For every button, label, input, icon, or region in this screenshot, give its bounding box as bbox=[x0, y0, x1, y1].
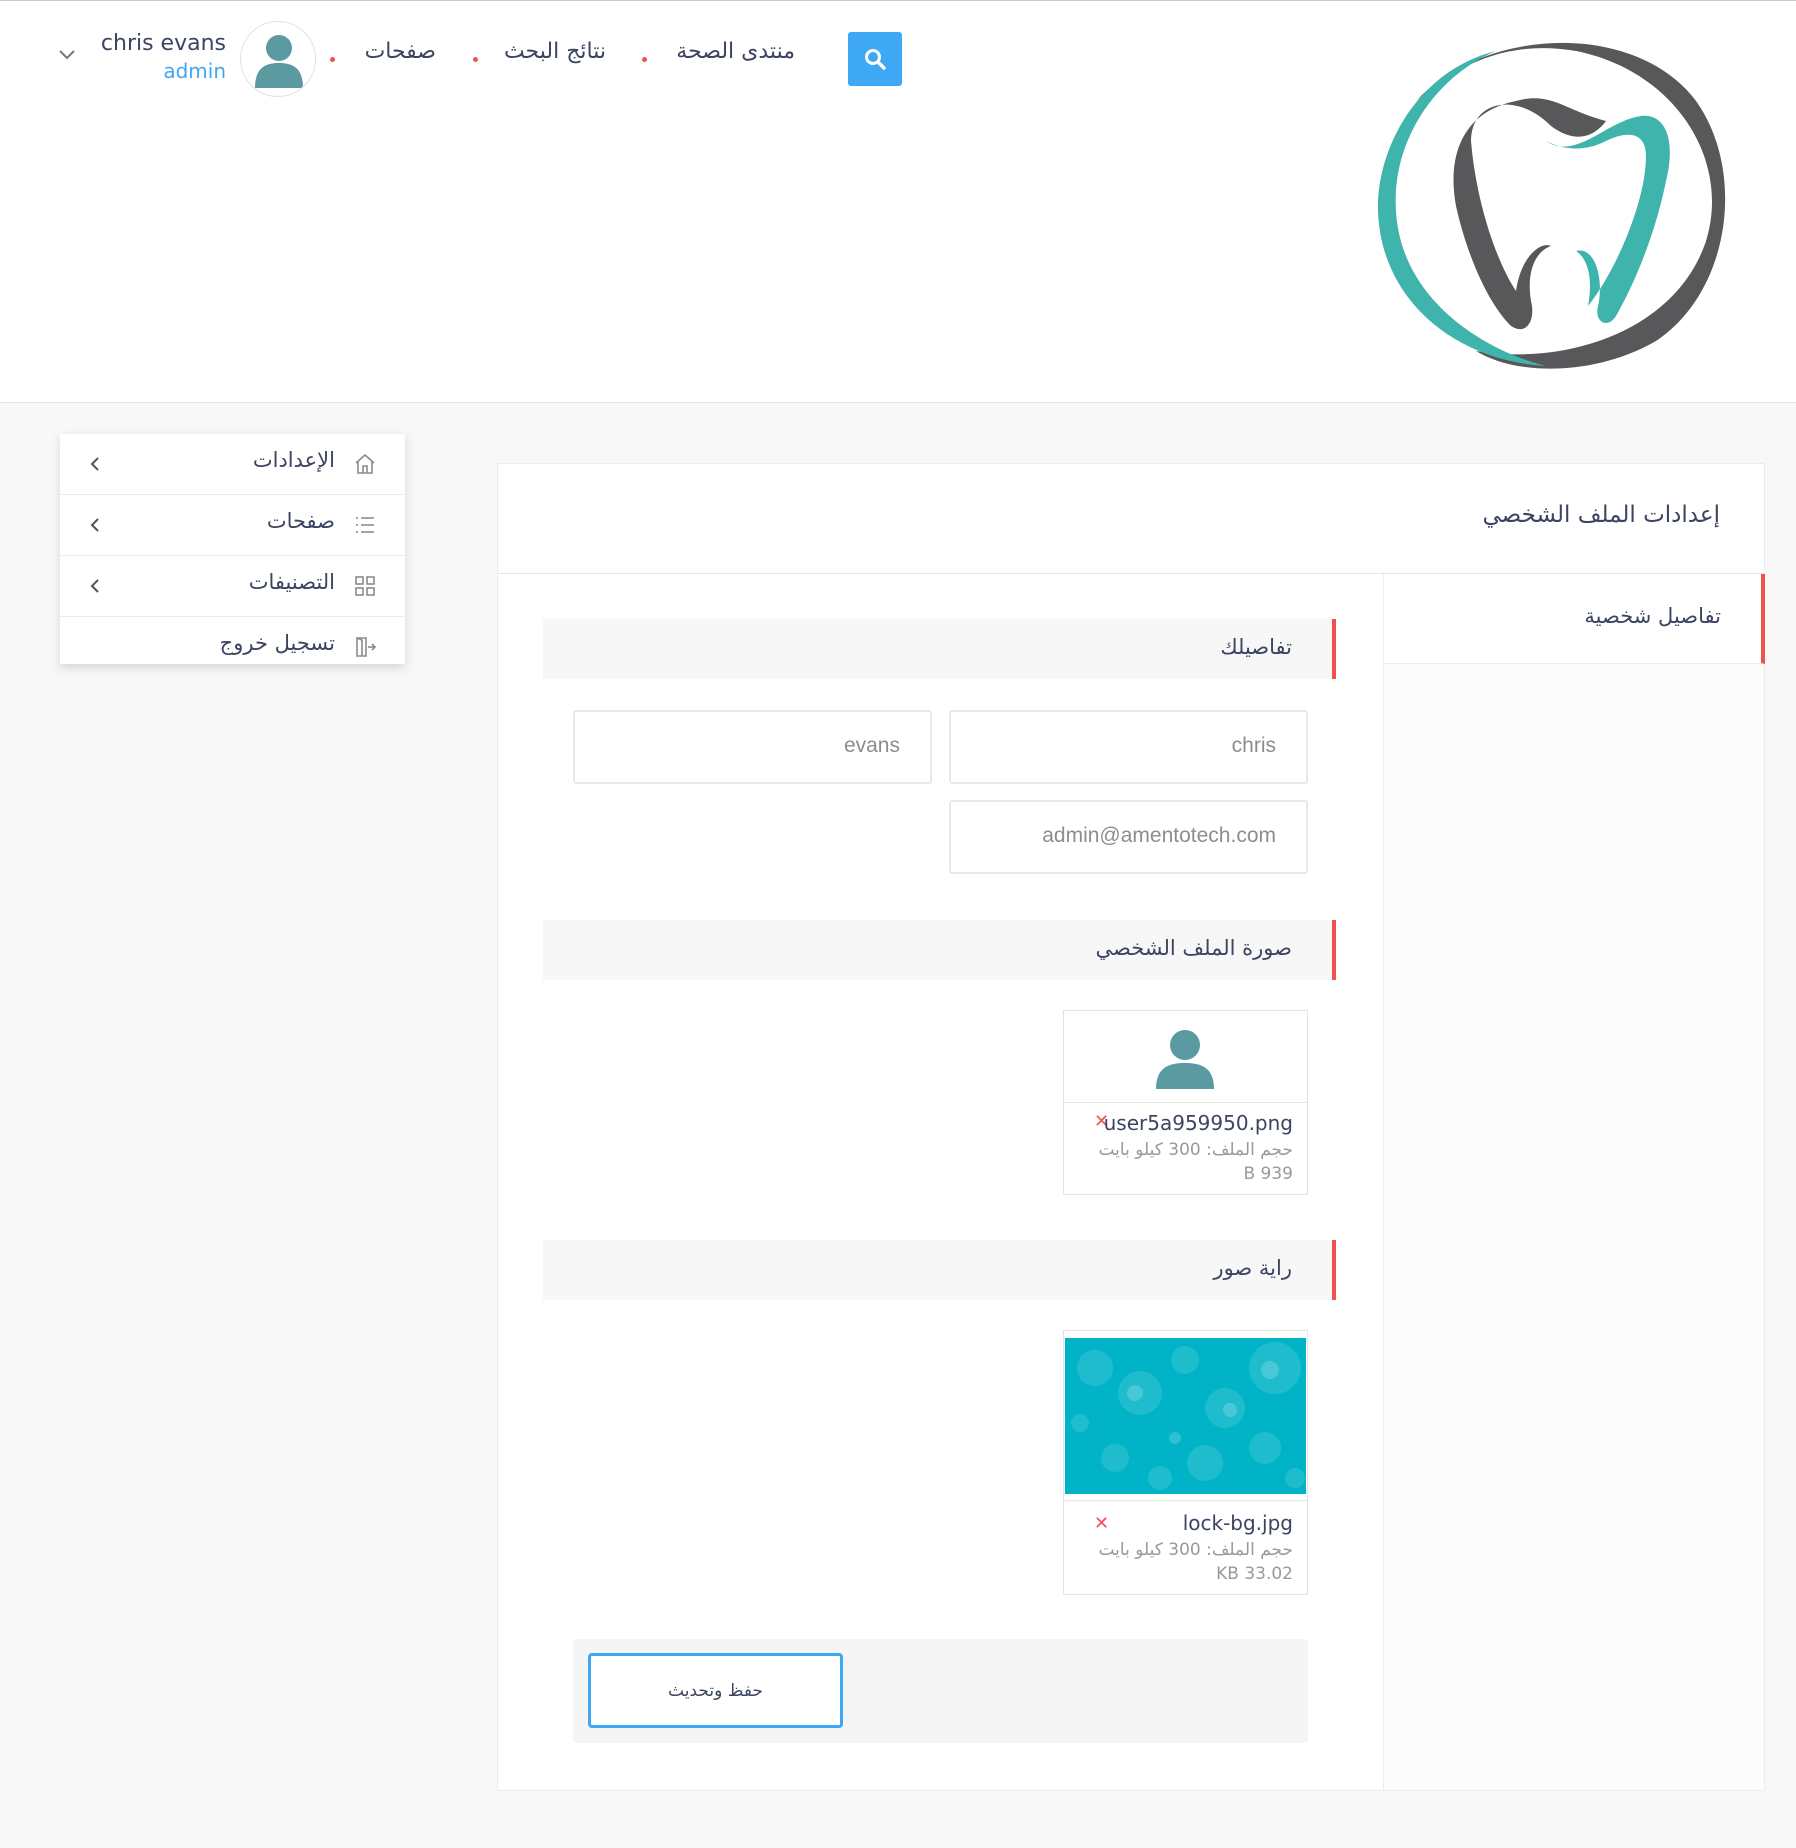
file-size: KB 33.02 bbox=[1216, 1564, 1293, 1584]
section-profile-photo: صورة الملف الشخصي bbox=[543, 920, 1336, 980]
settings-tabs: تفاصيل شخصية bbox=[1383, 574, 1765, 1790]
section-title: راية صور bbox=[1213, 1256, 1292, 1280]
search-button[interactable] bbox=[848, 32, 902, 86]
menu-item-settings[interactable]: الإعدادات bbox=[60, 434, 405, 495]
user-avatar[interactable] bbox=[240, 21, 316, 97]
chevron-left-icon bbox=[90, 579, 99, 593]
file-name: user5a959950.png bbox=[1103, 1111, 1293, 1135]
email-field[interactable]: admin@amentotech.com bbox=[949, 800, 1308, 874]
profile-settings-card: إعدادات الملف الشخصي تفاصيل شخصية تفاصيل… bbox=[497, 463, 1765, 1791]
nav-separator-dot bbox=[330, 57, 335, 62]
menu-label: التصنيفات bbox=[248, 570, 335, 594]
form-actions: حفظ وتحديث bbox=[573, 1639, 1308, 1743]
remove-file-icon[interactable]: ✕ bbox=[1094, 1513, 1109, 1534]
nav-pages[interactable]: صفحات bbox=[365, 39, 436, 64]
file-size-label: حجم الملف: 300 كيلو بايت bbox=[1098, 1140, 1293, 1160]
menu-item-pages[interactable]: صفحات bbox=[60, 495, 405, 556]
user-role: admin bbox=[163, 59, 226, 83]
user-dropdown-menu: الإعدادات صفحات التصنيفات تسجيل خروج bbox=[60, 434, 405, 664]
list-icon bbox=[356, 517, 374, 533]
last-name-field[interactable]: evans bbox=[573, 710, 932, 784]
first-name-value: chris bbox=[1231, 734, 1276, 757]
user-icon bbox=[1156, 1030, 1214, 1089]
nav-separator-dot bbox=[473, 57, 478, 62]
section-your-details: تفاصيلك bbox=[543, 619, 1336, 679]
menu-label: الإعدادات bbox=[252, 448, 335, 472]
file-size: B 939 bbox=[1243, 1164, 1293, 1184]
search-icon bbox=[865, 49, 886, 70]
tooth-logo[interactable] bbox=[1376, 31, 1732, 371]
last-name-value: evans bbox=[843, 734, 900, 757]
logout-icon bbox=[356, 637, 377, 657]
section-banner-photos: راية صور bbox=[543, 1240, 1336, 1300]
file-preview bbox=[1064, 1331, 1307, 1501]
tab-personal-details[interactable]: تفاصيل شخصية bbox=[1384, 574, 1765, 664]
menu-item-categories[interactable]: التصنيفات bbox=[60, 556, 405, 617]
tab-label: تفاصيل شخصية bbox=[1584, 604, 1721, 628]
profile-photo-file: ✕ user5a959950.png حجم الملف: 300 كيلو ب… bbox=[1063, 1010, 1308, 1195]
menu-label: صفحات bbox=[266, 509, 335, 533]
section-title: صورة الملف الشخصي bbox=[1095, 936, 1292, 960]
page-title: إعدادات الملف الشخصي bbox=[1482, 502, 1720, 528]
site-header: منتدى الصحة نتائج البحث صفحات chris evan… bbox=[0, 0, 1796, 403]
section-title: تفاصيلك bbox=[1220, 635, 1292, 659]
file-name: lock-bg.jpg bbox=[1182, 1511, 1293, 1535]
email-value: admin@amentotech.com bbox=[1042, 824, 1276, 847]
save-update-button[interactable]: حفظ وتحديث bbox=[588, 1653, 843, 1728]
chevron-down-icon[interactable] bbox=[58, 49, 76, 61]
nav-search-results[interactable]: نتائج البحث bbox=[504, 39, 606, 64]
menu-item-logout[interactable]: تسجيل خروج bbox=[60, 617, 405, 678]
user-name[interactable]: chris evans bbox=[101, 31, 226, 56]
banner-image bbox=[1065, 1338, 1306, 1494]
nav-health-forum[interactable]: منتدى الصحة bbox=[676, 39, 795, 64]
first-name-field[interactable]: chris bbox=[949, 710, 1308, 784]
card-header: إعدادات الملف الشخصي bbox=[498, 464, 1764, 574]
home-icon bbox=[355, 453, 375, 474]
file-preview bbox=[1064, 1011, 1307, 1103]
menu-label: تسجيل خروج bbox=[219, 631, 335, 655]
chevron-left-icon bbox=[90, 457, 99, 471]
chevron-left-icon bbox=[90, 518, 99, 532]
nav-separator-dot bbox=[642, 57, 647, 62]
banner-file: ✕ lock-bg.jpg حجم الملف: 300 كيلو بايت K… bbox=[1063, 1330, 1308, 1595]
file-size-label: حجم الملف: 300 كيلو بايت bbox=[1098, 1540, 1293, 1560]
user-icon bbox=[255, 35, 303, 88]
grid-icon bbox=[355, 576, 375, 596]
